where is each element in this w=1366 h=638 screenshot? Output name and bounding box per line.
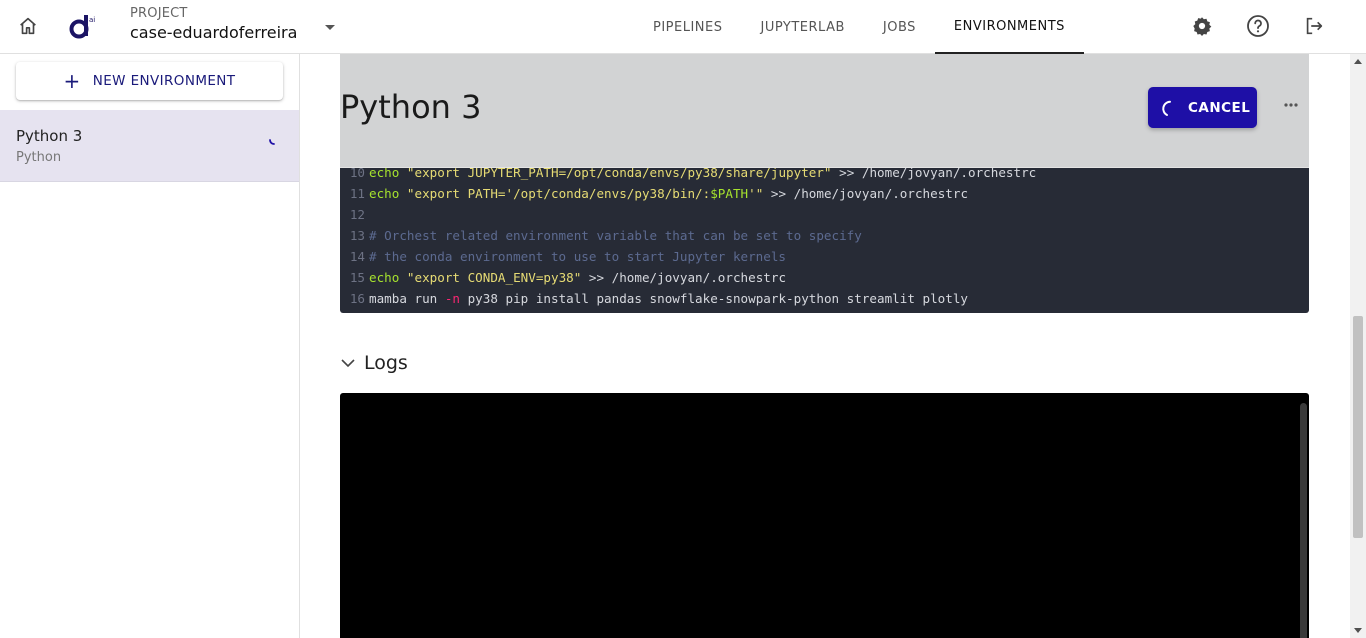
- line-number: 12: [349, 207, 365, 222]
- spinner-icon: [1162, 100, 1171, 116]
- new-environment-button[interactable]: + NEW ENVIRONMENT: [16, 62, 283, 100]
- caret-down-icon[interactable]: [322, 20, 338, 34]
- line-number: 11: [349, 186, 365, 201]
- page-title: Python 3: [340, 88, 482, 126]
- environment-detail: 10 echo "export JUPYTER_PATH=/opt/conda/e…: [300, 54, 1350, 638]
- code-token: # Orchest related environment variable t…: [369, 228, 862, 243]
- spinner-icon: [268, 132, 278, 145]
- chevron-down-icon: [341, 359, 355, 368]
- cancel-label: CANCEL: [1188, 99, 1251, 116]
- top-bar: ai PROJECT case-eduardoferreira PIPELINE…: [0, 0, 1366, 54]
- code-token: echo: [369, 186, 407, 201]
- project-selector[interactable]: PROJECT case-eduardoferreira: [130, 6, 297, 42]
- code-line: 12: [340, 204, 369, 225]
- nav-jobs[interactable]: JOBS: [864, 0, 935, 54]
- code-token: py38 pip install pandas snowflake-snowpa…: [460, 291, 968, 306]
- code-token: "export PATH='/opt/conda/envs/py38/bin/:: [406, 186, 711, 201]
- environment-language: Python: [16, 150, 62, 165]
- line-number: 13: [349, 228, 365, 243]
- code-line: 11 echo "export PATH='/opt/conda/envs/py3…: [340, 183, 968, 204]
- environments-sidebar: + NEW ENVIRONMENT Python 3 Python: [0, 54, 300, 638]
- svg-text:ai: ai: [89, 16, 95, 24]
- code-token: '": [748, 186, 764, 201]
- logs-title: Logs: [364, 352, 408, 374]
- nav-jupyterlab[interactable]: JUPYTERLAB: [742, 0, 864, 54]
- environment-item-python-3[interactable]: Python 3 Python: [0, 110, 299, 182]
- logs-scrollbar[interactable]: [1300, 403, 1307, 638]
- logout-icon[interactable]: [1301, 13, 1327, 39]
- scroll-up-arrow[interactable]: [1354, 59, 1362, 64]
- project-label: PROJECT: [130, 6, 188, 21]
- main-nav: PIPELINES JUPYTERLAB JOBS ENVIRONMENTS: [634, 0, 1084, 54]
- scroll-down-arrow[interactable]: [1354, 628, 1362, 633]
- nav-pipelines[interactable]: PIPELINES: [634, 0, 742, 54]
- code-token: >> /home/jovyan/.orchestrc: [581, 270, 787, 285]
- line-number: 14: [349, 249, 365, 264]
- code-line: 13 # Orchest related environment variable…: [340, 225, 862, 246]
- code-line: 16 mamba run -n py38 pip install pandas s…: [340, 288, 968, 309]
- logs-terminal[interactable]: [340, 393, 1309, 638]
- page-scrollbar[interactable]: [1350, 54, 1366, 638]
- environment-name: Python 3: [16, 127, 83, 145]
- project-name: case-eduardoferreira: [130, 23, 298, 42]
- logs-toggle[interactable]: Logs: [340, 352, 408, 374]
- environment-header: Python 3 CANCEL: [300, 54, 1350, 168]
- code-line: 14 # the conda environment to use to star…: [340, 246, 786, 267]
- code-token: $PATH: [710, 186, 749, 201]
- code-line: 15 echo "export CONDA_ENV=py38" >> /home/…: [340, 267, 786, 288]
- header-margin-right: [1309, 54, 1350, 168]
- header-margin-left: [300, 54, 340, 168]
- code-token: >> /home/jovyan/.orchestrc: [763, 186, 969, 201]
- code-token: # the conda environment to use to start …: [369, 249, 787, 264]
- orchest-logo[interactable]: ai: [68, 10, 104, 42]
- cancel-build-button[interactable]: CANCEL: [1148, 87, 1257, 128]
- settings-icon[interactable]: [1189, 13, 1215, 39]
- code-token: "export CONDA_ENV=py38": [406, 270, 582, 285]
- code-token: echo: [369, 270, 407, 285]
- code-token: -n: [444, 291, 460, 306]
- nav-environments[interactable]: ENVIRONMENTS: [934, 0, 1084, 54]
- code-token: mamba run: [369, 291, 445, 306]
- line-number: 16: [349, 291, 365, 306]
- line-number: 15: [349, 270, 365, 285]
- help-icon[interactable]: [1245, 13, 1271, 39]
- plus-icon: +: [63, 69, 81, 93]
- new-environment-label: NEW ENVIRONMENT: [92, 73, 236, 89]
- scroll-thumb[interactable]: [1353, 316, 1363, 538]
- home-icon[interactable]: [14, 12, 42, 40]
- more-icon[interactable]: [1280, 94, 1302, 116]
